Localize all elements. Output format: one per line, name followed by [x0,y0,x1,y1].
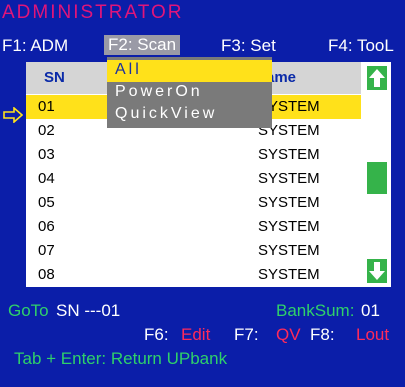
table-row[interactable]: 06 SYSTEM [26,215,361,239]
row-sn: 07 [38,242,55,259]
menu-scan[interactable]: F2: Scan [104,35,181,55]
goto-label: GoTo [8,301,49,320]
table-row[interactable]: 04 SYSTEM [26,167,361,191]
f8-key: F8: [310,325,335,344]
row-sn: 03 [38,146,55,163]
row-sn: 01 [38,98,55,115]
row-name: SYSTEM [258,194,320,211]
f8-logout-action[interactable]: Lout [356,325,389,345]
scrollbar[interactable] [363,62,391,287]
row-sn: 02 [38,122,55,139]
banksum-value: 01 [361,301,380,320]
f6-key: F6: [144,325,169,344]
f6-edit-action[interactable]: Edit [181,325,210,345]
menu-tool[interactable]: F4: TooL [328,36,394,56]
menu-set[interactable]: F3: Set [221,36,276,56]
table-row[interactable]: 08 SYSTEM [26,263,361,287]
table-row[interactable]: 03 SYSTEM [26,143,361,167]
arrow-down-icon [369,262,385,280]
row-sn: 08 [38,266,55,283]
row-sn: 06 [38,218,55,235]
row-name: SYSTEM [258,170,320,187]
row-name: SYSTEM [258,146,320,163]
table-row[interactable]: 07 SYSTEM [26,239,361,263]
row-name: SYSTEM [258,266,320,283]
return-hint: Tab + Enter: Return UPbank [14,349,228,368]
row-sn: 05 [38,194,55,211]
f7-qv-action[interactable]: QV [276,325,301,345]
f7-key: F7: [234,325,259,344]
dropdown-item-all[interactable]: All [107,60,272,82]
goto-value[interactable]: SN ---01 [56,301,120,321]
scroll-thumb[interactable] [367,162,387,194]
dropdown-item-quickview[interactable]: QuickView [107,104,272,126]
arrow-up-icon [369,69,385,87]
row-sn: 04 [38,170,55,187]
menu-adm[interactable]: F1: ADM [2,36,68,56]
arrow-right-icon [3,107,23,123]
table-row[interactable]: 05 SYSTEM [26,191,361,215]
row-name: SYSTEM [258,218,320,235]
banksum-label: BankSum: [276,301,355,320]
scroll-down-button[interactable] [367,259,387,283]
row-name: SYSTEM [258,242,320,259]
window-title: ADMINISTRATOR [2,2,184,23]
scan-dropdown: All PowerOn QuickView [107,57,272,128]
column-header-sn: SN [44,69,65,86]
dropdown-item-poweron[interactable]: PowerOn [107,82,272,104]
scroll-up-button[interactable] [367,66,387,90]
